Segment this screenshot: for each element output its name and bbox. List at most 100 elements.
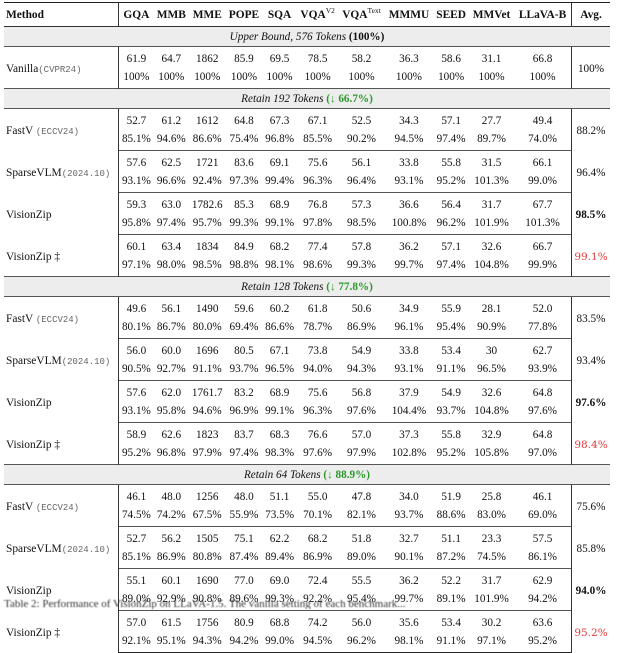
avg-cell: 95.2%	[571, 610, 610, 653]
percent-cell: 94.3%	[188, 632, 226, 653]
score-cell: 59.3	[126, 199, 147, 211]
percent-cell: 90.2%	[338, 130, 385, 151]
percent-cell: 83.0%	[469, 506, 515, 527]
header-col-sqa: SQA	[262, 2, 297, 27]
percent-cell: 99.0%	[262, 632, 297, 653]
method-name-cell: FastV (ECCV24)	[4, 108, 119, 151]
percent-cell: 97.4%	[433, 130, 469, 151]
percent-cell: 97.0%	[514, 444, 572, 465]
percent-cell: 93.1%	[384, 172, 434, 193]
score-cell: 76.8	[307, 199, 328, 211]
percent-cell: 94.5%	[296, 632, 339, 653]
percent-cell: 89.7%	[469, 130, 515, 151]
score-cell: 25.8	[481, 491, 502, 503]
avg-cell: 98.4%	[571, 422, 610, 465]
score-cell: 60.1	[126, 241, 147, 253]
table-caption: Table 2: Performance of VisionZip on LLa…	[4, 598, 406, 609]
section-title: Upper Bound, 576 Tokens	[229, 30, 347, 43]
score-cell: 62.7	[532, 345, 553, 357]
table-row-values: VisionZip ‡ 57.0 61.5 1756 80.9 68.8 74.2 56.0 3…	[4, 610, 610, 653]
score-cell: 77.4	[307, 241, 328, 253]
percent-cell: 98.8%	[225, 256, 263, 277]
score-cell: 1862	[196, 53, 219, 65]
header-col-superscript: Text	[367, 5, 381, 15]
section-header-row: Retain 64 Tokens (↓ 88.9%)	[4, 464, 610, 485]
percent-cell: 95.2%	[514, 632, 572, 653]
header-col-label: GQA	[123, 8, 150, 21]
percent-cell: 100%	[338, 68, 385, 89]
percent-cell: 86.1%	[514, 548, 572, 569]
percent-cell: 94.0%	[296, 360, 339, 381]
percent-cell: 86.9%	[153, 548, 189, 569]
percent-cell: 99.9%	[514, 256, 572, 277]
percent-cell: 75.4%	[225, 130, 263, 151]
header-col-mmmu: MMMU	[384, 2, 434, 27]
percent-cell: 96.8%	[262, 130, 297, 151]
percent-cell: 88.6%	[433, 506, 469, 527]
score-cell: 75.6	[307, 387, 328, 399]
percent-cell: 96.3%	[296, 172, 339, 193]
percent-cell: 96.1%	[384, 318, 434, 339]
section-header: Retain 128 Tokens (↓ 77.8%)	[4, 276, 610, 297]
header-row: Method GQA MMB MME POPE SQA VQAV2 VQAText MMMU S…	[4, 2, 610, 27]
percent-cell: 80.1%	[118, 318, 154, 339]
method-venue: (2024.10)	[61, 545, 111, 555]
percent-cell: 95.2%	[118, 444, 154, 465]
percent-cell: 100%	[118, 68, 154, 89]
score-cell: 62.9	[532, 575, 553, 587]
section-header-row: Retain 128 Tokens (↓ 77.8%)	[4, 276, 610, 297]
percent-cell: 93.1%	[384, 360, 434, 381]
percent-cell: 69.0%	[514, 506, 572, 527]
token-reduction-badge: (↓ 77.8%)	[326, 280, 373, 293]
score-cell: 68.8	[269, 617, 290, 629]
header-col-vqatext: VQAText	[338, 2, 385, 27]
score-cell: 85.9	[234, 53, 254, 65]
method-name-cell: FastV (ECCV24)	[4, 296, 119, 339]
percent-cell: 86.9%	[296, 548, 339, 569]
score-cell: 78.5	[307, 53, 328, 65]
percent-cell: 86.6%	[262, 318, 297, 339]
score-cell: 31.5	[481, 157, 502, 169]
score-cell: 56.0	[126, 345, 147, 357]
method-venue: (ECCV24)	[35, 127, 80, 138]
header-col-mmb: MMB	[153, 2, 189, 27]
score-cell: 84.9	[234, 241, 254, 253]
percent-cell: 96.2%	[433, 214, 469, 235]
percent-cell: 95.2%	[433, 444, 469, 465]
method-name: SparseVLM	[6, 355, 62, 367]
score-cell: 75.6	[307, 157, 328, 169]
avg-cell: 85.8%	[571, 526, 610, 569]
header-col-label: POPE	[228, 8, 260, 21]
score-cell: 64.8	[532, 387, 553, 399]
percent-cell: 90.5%	[118, 360, 154, 381]
percent-cell: 99.3%	[225, 214, 263, 235]
percent-cell: 97.6%	[514, 402, 572, 423]
percent-cell: 100%	[433, 68, 469, 89]
percent-cell: 97.6%	[296, 444, 339, 465]
score-cell: 36.6	[399, 199, 419, 211]
score-cell: 1505	[196, 533, 219, 545]
method-name: SparseVLM	[6, 167, 62, 179]
section-title: Retain 128 Tokens	[241, 280, 324, 293]
percent-cell: 98.1%	[262, 256, 297, 277]
percent-cell: 92.1%	[118, 632, 154, 653]
percent-cell: 93.7%	[225, 360, 263, 381]
score-cell: 52.5	[351, 115, 372, 127]
percent-cell: 96.2%	[338, 632, 385, 653]
avg-cell: 96.4%	[571, 150, 610, 193]
score-cell: 31.7	[481, 199, 502, 211]
token-reduction-badge: (↓ 88.9%)	[323, 468, 371, 481]
percent-cell: 86.6%	[188, 130, 226, 151]
table-row-values: VisionZip 55.1 60.1 1690 77.0 69.0 72.4 55.5 36.…	[4, 568, 610, 611]
percent-cell: 95.8%	[153, 402, 189, 423]
percent-cell: 102.8%	[384, 444, 434, 465]
score-cell: 32.9	[481, 429, 502, 441]
score-cell: 62.0	[161, 387, 182, 399]
percent-cell: 98.5%	[338, 214, 385, 235]
percent-cell: 93.1%	[118, 172, 154, 193]
score-cell: 28.1	[481, 303, 502, 315]
score-cell: 48.0	[234, 491, 254, 503]
method-name: FastV	[6, 125, 34, 138]
avg-cell: 99.1%	[571, 234, 610, 277]
percent-cell: 67.5%	[188, 506, 226, 527]
